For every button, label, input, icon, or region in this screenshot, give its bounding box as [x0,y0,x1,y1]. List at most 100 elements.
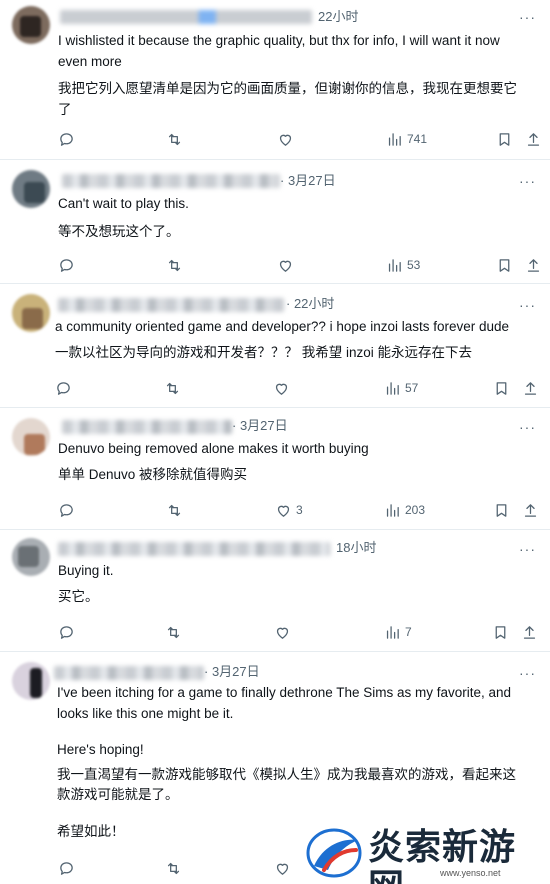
author-name[interactable] [58,298,284,312]
post-text: I've been itching for a game to finally … [57,685,516,839]
like-icon [279,260,292,272]
share-button[interactable] [522,499,539,521]
watermark-url: www.yenso.net [440,868,501,878]
action-bar: 57 [0,377,550,399]
timestamp[interactable]: 18小时 [336,540,376,556]
bookmark-button[interactable] [492,621,509,643]
views-button[interactable]: 57 [384,377,418,399]
repost-icon [167,862,180,874]
reply-button[interactable] [58,254,75,276]
repost-icon [168,259,181,271]
reply-icon [57,381,70,395]
share-icon [527,132,540,146]
like-button[interactable] [277,128,298,150]
repost-icon [166,382,179,394]
post-1[interactable]: 22小时 ··· I wishlisted it because the gra… [0,0,550,160]
repost-button[interactable] [166,254,183,276]
bookmark-button[interactable] [496,254,513,276]
bookmark-icon [495,625,506,639]
reply-button[interactable] [58,128,75,150]
action-bar: 7 [0,621,550,643]
share-button[interactable] [522,377,539,399]
views-icon [386,381,399,395]
post-text: Can't wait to play this. 等不及想玩这个了。 [58,196,189,239]
like-icon [275,383,288,395]
bookmark-icon [496,381,507,395]
views-button[interactable]: 7 [384,621,412,643]
avatar[interactable] [12,418,50,456]
repost-icon [168,504,181,516]
author-name[interactable] [62,174,280,188]
repost-icon [168,133,181,145]
share-icon [523,625,536,639]
timestamp[interactable]: · 22小时 [286,296,334,312]
author-name[interactable] [62,420,232,434]
more-options-icon[interactable]: ··· [519,174,536,188]
repost-button[interactable] [164,377,181,399]
reply-icon [60,861,73,875]
views-button[interactable]: 741 [386,128,427,150]
views-icon [386,625,399,639]
timestamp[interactable]: · 3月27日 [204,664,260,680]
like-button[interactable] [274,857,295,879]
author-name[interactable] [54,666,204,680]
timestamp[interactable]: · 3月27日 [280,173,336,189]
repost-button[interactable] [165,621,182,643]
share-icon [524,381,537,395]
avatar[interactable] [12,662,50,700]
reply-button[interactable] [58,621,75,643]
reply-button[interactable] [55,377,72,399]
more-options-icon[interactable]: ··· [519,298,536,312]
repost-button[interactable] [166,128,183,150]
post-5[interactable]: 18小时 ··· Buying it. 买它。 7 [0,530,550,652]
reply-button[interactable] [58,499,75,521]
post-4[interactable]: · 3月27日 ··· Denuvo being removed alone m… [0,408,550,530]
action-bar: 3 203 [0,499,550,521]
views-count: 741 [407,132,428,146]
timestamp[interactable]: 22小时 [318,9,358,25]
repost-icon [167,626,180,638]
action-bar: 53 [0,254,550,276]
views-count: 53 [407,258,421,272]
post-text: Buying it. 买它。 [58,563,114,604]
share-button[interactable] [525,254,542,276]
more-options-icon[interactable]: ··· [519,420,536,434]
share-button[interactable] [521,621,538,643]
post-2[interactable]: · 3月27日 ··· Can't wait to play this. 等不及… [0,160,550,284]
bookmark-button[interactable] [496,128,513,150]
author-name[interactable] [60,10,312,24]
like-button[interactable] [273,377,294,399]
post-text: Denuvo being removed alone makes it wort… [58,441,369,482]
views-count: 7 [405,625,412,639]
like-icon [276,863,289,875]
more-options-icon[interactable]: ··· [519,10,536,24]
like-button[interactable]: 3 [275,499,303,521]
author-name[interactable] [58,542,330,556]
like-button[interactable] [277,254,298,276]
views-button[interactable]: 203 [384,499,425,521]
views-icon [386,503,399,517]
views-icon [388,132,401,146]
avatar[interactable] [12,6,50,44]
post-3[interactable]: · 22小时 ··· a community oriented game and… [0,284,550,408]
reply-icon [60,503,73,517]
like-button[interactable] [274,621,295,643]
timestamp[interactable]: · 3月27日 [232,418,288,434]
reply-button[interactable] [58,857,75,879]
like-icon [279,134,292,146]
bookmark-button[interactable] [493,377,510,399]
avatar[interactable] [12,294,50,332]
views-icon [388,258,401,272]
more-options-icon[interactable]: ··· [519,542,536,556]
action-bar: 741 [0,128,550,150]
more-options-icon[interactable]: ··· [519,666,536,680]
avatar[interactable] [12,170,50,208]
bookmark-button[interactable] [493,499,510,521]
bookmark-icon [496,503,507,517]
repost-button[interactable] [165,857,182,879]
views-button[interactable]: 53 [386,254,420,276]
like-icon [276,627,289,639]
share-button[interactable] [525,128,542,150]
avatar[interactable] [12,538,50,576]
repost-button[interactable] [166,499,183,521]
